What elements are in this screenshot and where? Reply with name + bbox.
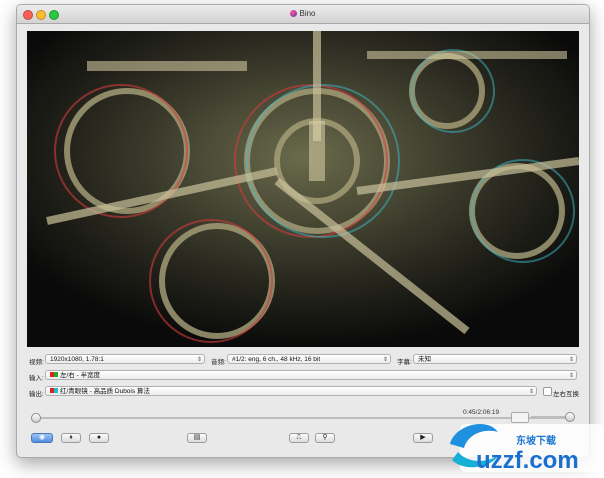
input-mode-value: 左/右 - 半宽度	[60, 372, 101, 379]
subtitle-stream-select[interactable]: 未知 ⇕	[413, 354, 577, 364]
input-mode-row: 输入: 左/右 - 半宽度 ⇕	[17, 369, 589, 383]
fullscreen-icon: ◉	[38, 434, 46, 441]
chevron-updown-icon: ⇕	[568, 373, 574, 379]
subtitle-stream-value: 未知	[418, 356, 431, 363]
watermark-tagline: 东坡下载	[516, 434, 556, 447]
chevron-updown-icon: ⇕	[528, 389, 534, 395]
swap-eyes-checkbox[interactable]	[543, 387, 552, 396]
video-stream-select[interactable]: 1920x1080, 1.78:1 ⇕	[45, 354, 205, 364]
chevron-updown-icon: ⇕	[196, 357, 202, 363]
video-stream-value: 1920x1080, 1.78:1	[50, 356, 104, 363]
audio-label: 音频:	[211, 359, 226, 366]
chevron-updown-icon: ⇕	[382, 357, 388, 363]
settings-icon: ⚲	[322, 434, 328, 441]
fullscreen-button[interactable]: ◉	[31, 433, 53, 443]
window-title: Bino	[17, 9, 589, 18]
input-mode-select[interactable]: 左/右 - 半宽度 ⇕	[45, 370, 577, 380]
stop-button[interactable]: ●	[89, 433, 109, 443]
stop-icon: ●	[96, 434, 102, 441]
watermark-logo: 东坡下载 uzzf.com	[450, 423, 604, 474]
loop-icon: ⎍	[296, 434, 302, 441]
bino-app-icon	[290, 10, 298, 17]
pause-icon: ⏸	[69, 434, 73, 441]
pause-button[interactable]: ⏸	[61, 433, 81, 443]
playlist-button[interactable]: ▤	[187, 433, 207, 443]
audio-stream-value: #1/2: eng, 6 ch., 48 kHz, 16 bit	[232, 356, 321, 363]
site-watermark: 东坡下载 uzzf.com	[420, 410, 604, 476]
title-bar: Bino	[17, 5, 589, 24]
swap-eyes-label: 左右互换	[553, 391, 579, 398]
stream-selection-row: 视频: 1920x1080, 1.78:1 ⇕ 音频: #1/2: eng, 6…	[17, 353, 589, 367]
app-window: Bino 视频: 1920x1080, 1.78:1 ⇕ 音频: #1/2: e…	[16, 4, 590, 458]
loop-button[interactable]: ⎍	[289, 433, 309, 443]
input-label: 输入:	[29, 375, 44, 382]
chevron-updown-icon: ⇕	[568, 357, 574, 363]
video-content-gears	[27, 31, 579, 347]
playlist-icon: ▤	[193, 434, 201, 441]
output-label: 输出:	[29, 391, 44, 398]
video-frame[interactable]	[27, 31, 579, 347]
output-mode-value: 红/青眼镜 - 高品质 Dubois 算法	[60, 388, 150, 395]
subtitle-label: 字幕:	[397, 359, 412, 366]
window-title-text: Bino	[299, 9, 316, 18]
left-right-swatch-icon	[50, 372, 58, 377]
video-label: 视频:	[29, 359, 44, 366]
settings-button[interactable]: ⚲	[315, 433, 335, 443]
anaglyph-swatch-icon	[50, 388, 58, 393]
output-mode-select[interactable]: 红/青眼镜 - 高品质 Dubois 算法 ⇕	[45, 386, 537, 396]
output-mode-row: 输出: 红/青眼镜 - 高品质 Dubois 算法 ⇕ 左右互换	[17, 385, 589, 399]
watermark-brand: uzzf.com	[476, 447, 579, 474]
seek-slider-knob[interactable]	[31, 413, 41, 423]
audio-stream-select[interactable]: #1/2: eng, 6 ch., 48 kHz, 16 bit ⇕	[227, 354, 391, 364]
